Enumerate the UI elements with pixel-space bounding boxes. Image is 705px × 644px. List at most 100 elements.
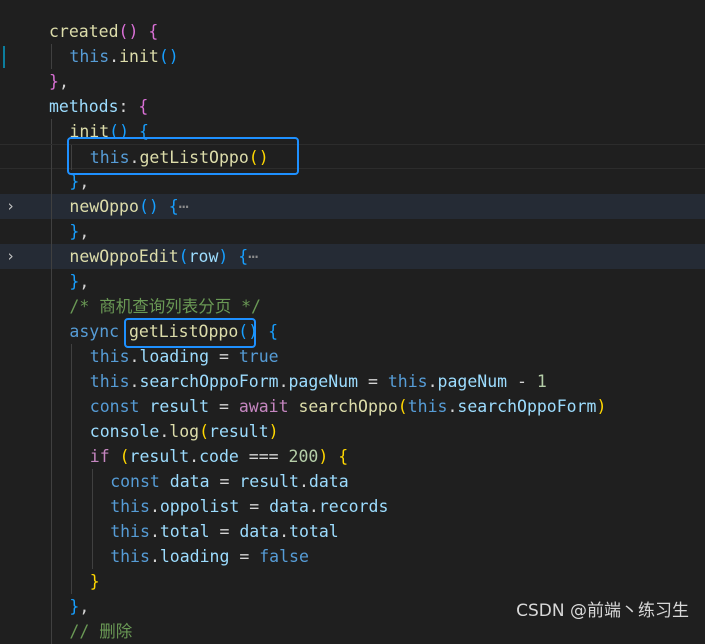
code-line[interactable]: this.searchOppoForm.pageNum = this.pageN… bbox=[0, 369, 705, 394]
csdn-watermark: CSDN @前端丶练习生 bbox=[516, 601, 689, 621]
indent-guide bbox=[51, 44, 52, 69]
code-token: { bbox=[238, 247, 249, 266]
indent-guide bbox=[51, 145, 52, 170]
code-line[interactable]: this.loading = false bbox=[0, 544, 705, 569]
code-line[interactable]: if (result.code === 200) { bbox=[0, 444, 705, 469]
code-text: // 删除 bbox=[69, 619, 132, 644]
code-token: loading bbox=[139, 347, 210, 366]
code-token: const bbox=[89, 397, 140, 416]
code-line[interactable]: methods: { bbox=[0, 94, 705, 119]
indent-guide bbox=[71, 369, 73, 394]
code-line[interactable]: this.total = data.total bbox=[0, 519, 705, 544]
code-token: . bbox=[427, 372, 438, 391]
fold-chevron-icon[interactable]: › bbox=[6, 197, 22, 215]
code-line[interactable]: }, bbox=[0, 219, 705, 244]
code-token: { bbox=[148, 22, 159, 41]
indent-guide bbox=[51, 169, 52, 194]
code-token: searchOppo bbox=[298, 397, 398, 416]
code-line[interactable]: } bbox=[0, 569, 705, 594]
code-line[interactable]: /* 商机查询列表分页 */ bbox=[0, 294, 705, 319]
code-text: }, bbox=[69, 219, 89, 244]
indent-guide bbox=[71, 469, 73, 494]
indent-guide bbox=[51, 394, 52, 419]
code-text: if (result.code === 200) { bbox=[90, 444, 348, 469]
code-line[interactable]: async getListOppo() { bbox=[0, 319, 705, 344]
indent-guide bbox=[51, 244, 52, 269]
code-line[interactable]: // 删除 bbox=[0, 619, 705, 644]
code-token: pageNum bbox=[288, 372, 359, 391]
code-token: } bbox=[49, 72, 59, 91]
indent-guide bbox=[51, 219, 52, 244]
code-token: = bbox=[209, 472, 240, 491]
code-token: . bbox=[308, 497, 319, 516]
indent-guide bbox=[71, 519, 73, 544]
code-token: total bbox=[289, 522, 339, 541]
indent-guide bbox=[51, 369, 52, 394]
indent-guide bbox=[51, 344, 52, 369]
code-token: () bbox=[138, 197, 159, 216]
code-token: loading bbox=[159, 547, 230, 566]
code-token: code bbox=[199, 447, 239, 466]
code-text: methods: { bbox=[49, 94, 148, 119]
code-text: }, bbox=[69, 594, 89, 619]
code-token: result bbox=[149, 397, 210, 416]
code-token: newOppoEdit bbox=[69, 247, 179, 266]
code-token: const bbox=[110, 472, 160, 491]
code-line[interactable]: › newOppoEdit(row) {⋯ bbox=[0, 244, 705, 269]
code-text: this.loading = false bbox=[110, 544, 309, 569]
code-token: ) bbox=[268, 422, 279, 441]
code-line[interactable]: const result = await searchOppo(this.sea… bbox=[0, 394, 705, 419]
code-token: . bbox=[149, 522, 160, 541]
code-line[interactable]: this.loading = true bbox=[0, 344, 705, 369]
indent-guide bbox=[51, 594, 52, 619]
code-token: this bbox=[110, 522, 150, 541]
code-token: { bbox=[268, 322, 279, 341]
indent-guide bbox=[51, 419, 52, 444]
code-token: = bbox=[358, 372, 388, 391]
code-token: , bbox=[79, 597, 90, 616]
code-token: this bbox=[387, 372, 428, 391]
code-token: . bbox=[189, 447, 200, 466]
code-line[interactable]: }, bbox=[0, 69, 705, 94]
code-token: . bbox=[298, 472, 309, 491]
code-token: . bbox=[278, 372, 289, 391]
code-token: data bbox=[308, 472, 349, 491]
code-token: this bbox=[69, 47, 110, 66]
folded-ellipsis[interactable]: ⋯ bbox=[179, 197, 189, 216]
code-line[interactable]: created() { bbox=[0, 19, 705, 44]
code-token: /* 商机查询列表分页 */ bbox=[69, 297, 261, 316]
indent-guide bbox=[51, 494, 52, 519]
code-token: = bbox=[209, 397, 239, 416]
code-line[interactable]: this.init() bbox=[0, 44, 705, 69]
indent-guide bbox=[51, 469, 52, 494]
fold-chevron-icon[interactable]: › bbox=[6, 247, 22, 265]
code-token: . bbox=[279, 522, 290, 541]
code-token: searchOppoForm bbox=[457, 397, 597, 416]
highlight-box-call bbox=[67, 137, 299, 175]
indent-guide bbox=[71, 344, 73, 369]
code-token: , bbox=[79, 272, 90, 291]
code-token: = bbox=[229, 547, 260, 566]
code-token: this bbox=[407, 397, 448, 416]
code-token: , bbox=[79, 222, 90, 241]
code-editor[interactable]: created() {this.init()}, methods: {init()… bbox=[0, 0, 705, 644]
code-token: () bbox=[158, 47, 179, 66]
code-line[interactable]: › newOppo() {⋯ bbox=[0, 194, 705, 219]
indent-guide bbox=[51, 519, 52, 544]
code-token: ) bbox=[218, 247, 229, 266]
indent-guide bbox=[71, 544, 73, 569]
code-line[interactable]: const data = result.data bbox=[0, 469, 705, 494]
code-line[interactable]: console.log(result) bbox=[0, 419, 705, 444]
code-token: { bbox=[338, 447, 349, 466]
indent-guide bbox=[71, 444, 73, 469]
code-token: created bbox=[49, 22, 119, 41]
code-token: . bbox=[129, 347, 140, 366]
code-line[interactable]: }, bbox=[0, 269, 705, 294]
code-token: ( bbox=[199, 422, 210, 441]
code-line[interactable]: this.oppolist = data.records bbox=[0, 494, 705, 519]
folded-ellipsis[interactable]: ⋯ bbox=[248, 247, 258, 266]
code-token: . bbox=[149, 497, 160, 516]
code-token: ) bbox=[318, 447, 329, 466]
